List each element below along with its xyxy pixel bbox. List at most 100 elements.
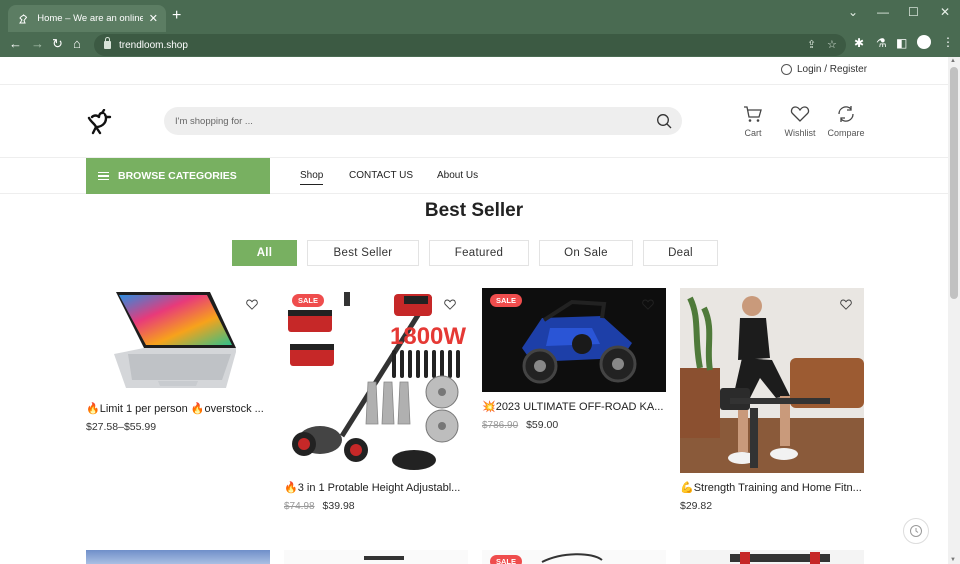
recently-viewed-button[interactable] xyxy=(903,518,929,544)
cart-button[interactable]: Cart xyxy=(738,105,768,138)
product-image-trimmer[interactable]: 1800W SALE xyxy=(284,288,468,473)
fitness-image xyxy=(680,288,864,473)
home-icon[interactable]: ⌂ xyxy=(73,36,81,52)
filter-tab-deal[interactable]: Deal xyxy=(643,240,718,266)
scroll-up-arrow-icon[interactable]: ▲ xyxy=(950,58,956,64)
minimize-icon[interactable]: — xyxy=(877,5,889,19)
refresh-icon xyxy=(838,106,854,122)
top-bar: Login / Register xyxy=(0,57,948,85)
product-image-partial[interactable]: SALE xyxy=(482,550,666,564)
scroll-down-arrow-icon[interactable]: ▼ xyxy=(950,557,956,563)
reload-icon[interactable]: ↻ xyxy=(52,36,63,52)
clock-history-icon xyxy=(910,525,922,537)
price-old: $74.98 xyxy=(284,501,315,512)
browser-toolbar: ← → ↻ ⌂ trendloom.shop ⇪ ☆ xyxy=(0,32,960,57)
new-tab-button[interactable]: + xyxy=(172,8,181,24)
product-card[interactable]: 🔥Limit 1 per person 🔥overstock ... $27.5… xyxy=(86,288,270,433)
sale-badge: SALE xyxy=(292,294,325,307)
product-price: $786.90 $59.00 xyxy=(482,419,666,431)
product-card[interactable]: 1800W SALE 🔥3 in 1 Protable Height Adjus… xyxy=(284,288,468,512)
sale-badge: SALE xyxy=(490,294,523,307)
filter-tab-featured[interactable]: Featured xyxy=(429,240,529,266)
site-header: I'm shopping for ... Cart Wishlist Compa… xyxy=(0,85,948,158)
product-image-kart[interactable]: SALE xyxy=(482,288,666,392)
price-old: $786.90 xyxy=(482,420,519,431)
product-image-partial[interactable] xyxy=(284,550,468,564)
nav-link-about[interactable]: About Us xyxy=(437,170,478,181)
tab-strip: Home – We are an online retail s ✕ + ⌄ —… xyxy=(0,0,960,32)
browser-menu-icon[interactable]: ⋮ xyxy=(942,35,954,49)
compare-button[interactable]: Compare xyxy=(827,105,865,138)
filter-tab-on-sale[interactable]: On Sale xyxy=(539,240,633,266)
login-label: Login / Register xyxy=(797,64,868,75)
product-image-fitness[interactable] xyxy=(680,288,864,473)
search-icon[interactable] xyxy=(656,113,672,129)
price-current: $59.00 xyxy=(526,419,559,431)
tab-search-icon[interactable]: ⌄ xyxy=(848,5,858,19)
user-icon xyxy=(781,64,792,75)
profile-avatar-icon[interactable] xyxy=(917,35,931,49)
back-icon[interactable]: ← xyxy=(9,36,22,52)
address-bar[interactable]: trendloom.shop ⇪ ☆ xyxy=(94,34,846,56)
product-card[interactable]: SALE 💥2023 ULTIMATE OFF-ROAD KA... $786.… xyxy=(482,288,666,431)
extensions-icon[interactable]: ✱ xyxy=(854,36,864,50)
url-text: trendloom.shop xyxy=(119,39,188,51)
forward-icon[interactable]: → xyxy=(31,36,44,52)
product-image-partial[interactable] xyxy=(86,550,270,564)
maximize-icon[interactable]: ☐ xyxy=(908,5,919,19)
page-scrollbar[interactable]: ▲ ▼ xyxy=(948,57,960,564)
browse-label: BROWSE CATEGORIES xyxy=(118,170,237,182)
cart-icon xyxy=(744,106,762,122)
product-title[interactable]: 💥2023 ULTIMATE OFF-ROAD KA... xyxy=(482,400,666,413)
price-current: $39.98 xyxy=(322,500,355,512)
trimmer-image: 1800W xyxy=(288,292,466,470)
rooster-favicon-icon xyxy=(16,12,29,26)
product-price: $27.58–$55.99 xyxy=(86,421,270,433)
laptop-image xyxy=(114,292,236,388)
browser-chrome: Home – We are an online retail s ✕ + ⌄ —… xyxy=(0,0,960,57)
product-image-partial[interactable] xyxy=(680,550,864,564)
section-title: Best Seller xyxy=(424,200,524,221)
close-window-icon[interactable]: ✕ xyxy=(940,5,950,19)
rooster-logo-icon[interactable] xyxy=(86,109,112,135)
scroll-thumb[interactable] xyxy=(950,67,958,299)
wishlist-heart-icon[interactable] xyxy=(444,299,456,310)
product-title[interactable]: 💪Strength Training and Home Fitn... xyxy=(680,481,864,494)
tab-close-icon[interactable]: ✕ xyxy=(149,12,158,25)
labs-icon[interactable]: ⚗ xyxy=(876,36,887,50)
sale-badge: SALE xyxy=(490,555,523,564)
side-panel-icon[interactable]: ◧ xyxy=(896,36,907,50)
compare-label: Compare xyxy=(827,128,865,138)
price-current: $27.58–$55.99 xyxy=(86,421,157,433)
web-page: Login / Register I'm shopping for ... Ca… xyxy=(0,57,948,564)
filter-tab-all[interactable]: All xyxy=(232,240,297,266)
search-input[interactable]: I'm shopping for ... xyxy=(175,116,253,127)
heart-icon xyxy=(790,106,810,122)
main-nav: BROWSE CATEGORIES Shop CONTACT US About … xyxy=(0,158,948,194)
nav-link-shop[interactable]: Shop xyxy=(300,170,324,185)
product-price: $29.82 xyxy=(680,500,864,512)
product-title[interactable]: 🔥3 in 1 Protable Height Adjustabl... xyxy=(284,481,468,494)
product-card[interactable]: 💪Strength Training and Home Fitn... $29.… xyxy=(680,288,864,512)
product-title[interactable]: 🔥Limit 1 per person 🔥overstock ... xyxy=(86,402,270,415)
price-current: $29.82 xyxy=(680,500,713,512)
wishlist-label: Wishlist xyxy=(784,128,816,138)
hamburger-icon xyxy=(98,170,109,183)
share-icon[interactable]: ⇪ xyxy=(807,38,816,51)
wishlist-button[interactable]: Wishlist xyxy=(782,105,818,138)
trimmer-watt-label: 1800W xyxy=(390,323,466,350)
wishlist-heart-icon[interactable] xyxy=(642,299,654,310)
wishlist-heart-icon[interactable] xyxy=(840,299,852,310)
bookmark-star-icon[interactable]: ☆ xyxy=(827,38,837,51)
lock-icon xyxy=(104,37,111,49)
product-image-laptop[interactable] xyxy=(86,288,270,394)
filter-tab-best-seller[interactable]: Best Seller xyxy=(307,240,419,266)
search-bar[interactable]: I'm shopping for ... xyxy=(164,107,682,135)
product-price: $74.98 $39.98 xyxy=(284,500,468,512)
login-register-link[interactable]: Login / Register xyxy=(781,64,867,75)
wishlist-heart-icon[interactable] xyxy=(246,299,258,310)
browser-tab[interactable]: Home – We are an online retail s ✕ xyxy=(8,5,166,32)
cart-label: Cart xyxy=(744,128,762,138)
browse-categories-button[interactable]: BROWSE CATEGORIES xyxy=(86,158,270,194)
nav-link-contact[interactable]: CONTACT US xyxy=(349,170,413,181)
